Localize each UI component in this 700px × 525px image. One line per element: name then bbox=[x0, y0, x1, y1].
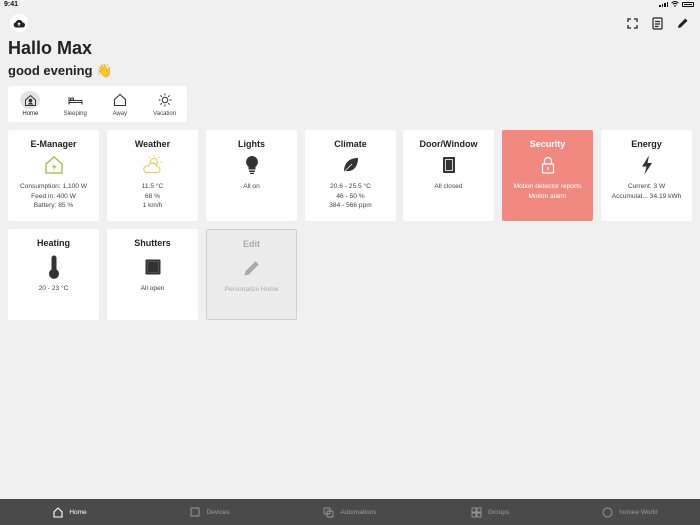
document-icon bbox=[651, 16, 663, 30]
tab-label: homee World bbox=[619, 508, 658, 516]
bed-icon bbox=[68, 96, 83, 104]
tile-security[interactable]: Security Motion detector reports Motion … bbox=[502, 130, 593, 221]
devices-icon bbox=[190, 507, 200, 517]
edit-dashboard-button[interactable] bbox=[674, 14, 692, 32]
tile-title: Weather bbox=[134, 139, 171, 149]
mode-label: Away bbox=[112, 111, 128, 117]
leaf-icon bbox=[343, 158, 358, 173]
tile-shutters[interactable]: Shutters All open bbox=[107, 229, 198, 320]
tile-detail: 68 % bbox=[144, 192, 161, 200]
tile-edit[interactable]: Edit Personalize Home bbox=[206, 229, 297, 320]
tile-detail: Battery: 85 % bbox=[33, 202, 74, 209]
tile-detail: Motion detector reports bbox=[513, 183, 582, 190]
tile-detail: 1 km/h bbox=[142, 202, 163, 209]
tile-detail: All closed bbox=[434, 183, 463, 190]
page-title: Hallo Max bbox=[8, 38, 93, 58]
tile-weather[interactable]: Weather 11.5 °C 68 % 1 km/h bbox=[107, 130, 198, 221]
tab-bar: Home Devices Automations Groups homee Wo… bbox=[0, 499, 700, 525]
tile-title: Edit bbox=[243, 239, 260, 249]
tab-groups[interactable]: Groups bbox=[420, 499, 560, 525]
tile-title: Energy bbox=[631, 139, 662, 149]
tile-detail: 20.6 - 25.5 °C bbox=[330, 183, 371, 190]
page-subtitle: good evening 👋 bbox=[8, 63, 113, 78]
mode-selector: Home Sleeping Away Vacation bbox=[8, 86, 187, 122]
mode-label: Home bbox=[22, 111, 39, 117]
fullscreen-icon bbox=[626, 17, 638, 29]
tile-detail: All on bbox=[243, 183, 260, 190]
signal-icon bbox=[659, 1, 668, 7]
home-person-icon bbox=[24, 94, 36, 106]
cloud-status-button[interactable] bbox=[10, 14, 28, 32]
shutter-icon bbox=[145, 259, 160, 275]
cloud-upload-icon bbox=[13, 19, 25, 27]
home-icon bbox=[53, 506, 63, 518]
mode-label: Sleeping bbox=[63, 111, 87, 117]
tile-detail: Consumption: 1,100 W bbox=[19, 183, 88, 190]
tile-emanager[interactable]: E-Manager Consumption: 1,100 W Feed in: … bbox=[8, 130, 99, 221]
tile-detail: Feed in: 400 W bbox=[31, 192, 76, 200]
tile-detail: Personalize Home bbox=[224, 286, 279, 293]
tile-detail: All open bbox=[140, 285, 165, 292]
fullscreen-button[interactable] bbox=[623, 14, 641, 32]
globe-icon bbox=[602, 507, 613, 517]
energy-house-icon bbox=[44, 156, 63, 174]
tile-detail: 384 - 566 ppm bbox=[329, 202, 372, 209]
tile-detail: 20 - 23 °C bbox=[38, 285, 69, 292]
house-outline-icon bbox=[113, 93, 126, 107]
tab-homee-world[interactable]: homee World bbox=[560, 499, 700, 525]
tab-label: Home bbox=[69, 508, 87, 516]
tile-detail: Motion alarm bbox=[528, 192, 567, 200]
pencil-icon bbox=[244, 261, 259, 276]
tab-automations[interactable]: Automations bbox=[280, 499, 420, 525]
log-button[interactable] bbox=[648, 14, 666, 32]
pencil-icon bbox=[678, 18, 688, 28]
tile-title: Heating bbox=[36, 238, 70, 248]
status-time: 9:41 bbox=[4, 1, 19, 8]
lightning-icon bbox=[641, 155, 652, 175]
thermometer-icon bbox=[48, 255, 59, 279]
tile-title: Security bbox=[529, 139, 566, 149]
tab-home[interactable]: Home bbox=[0, 499, 140, 525]
battery-icon bbox=[682, 1, 694, 7]
status-bar: 9:41 bbox=[0, 0, 700, 10]
mode-sleeping[interactable]: Sleeping bbox=[53, 86, 98, 122]
tile-detail: 11.5 °C bbox=[141, 183, 164, 190]
tile-title: E-Manager bbox=[30, 139, 77, 149]
tile-climate[interactable]: Climate 20.6 - 25.5 °C 46 - 50 % 384 - 5… bbox=[305, 130, 396, 221]
tile-energy[interactable]: Energy Current: 3 W Accumulat... 34.19 k… bbox=[601, 130, 692, 221]
tile-detail: Accumulat... 34.19 kWh bbox=[611, 192, 682, 200]
tab-label: Automations bbox=[340, 508, 377, 516]
status-indicators bbox=[659, 1, 694, 7]
tile-title: Shutters bbox=[134, 238, 171, 248]
tile-door-window[interactable]: Door/Window All closed bbox=[403, 130, 494, 221]
sun-icon bbox=[158, 93, 172, 107]
window-icon bbox=[442, 157, 455, 173]
lightbulb-icon bbox=[245, 156, 258, 174]
tab-label: Devices bbox=[206, 508, 230, 516]
sun-cloud-icon bbox=[142, 155, 161, 174]
automations-icon bbox=[323, 507, 334, 517]
groups-icon bbox=[471, 507, 482, 517]
tile-lights[interactable]: Lights All on bbox=[206, 130, 297, 221]
tile-detail: 46 - 50 % bbox=[336, 192, 365, 200]
mode-away[interactable]: Away bbox=[98, 86, 143, 122]
tab-label: Groups bbox=[487, 508, 510, 516]
wifi-icon bbox=[671, 1, 679, 7]
mode-home[interactable]: Home bbox=[8, 86, 53, 122]
lock-icon bbox=[541, 156, 554, 174]
tab-devices[interactable]: Devices bbox=[140, 499, 280, 525]
tile-title: Lights bbox=[238, 139, 265, 149]
mode-vacation[interactable]: Vacation bbox=[142, 86, 187, 122]
tile-heating[interactable]: Heating 20 - 23 °C bbox=[8, 229, 99, 320]
tile-title: Climate bbox=[334, 139, 367, 149]
mode-label: Vacation bbox=[153, 111, 177, 117]
tile-title: Door/Window bbox=[419, 139, 478, 149]
tile-detail: Current: 3 W bbox=[627, 183, 666, 190]
